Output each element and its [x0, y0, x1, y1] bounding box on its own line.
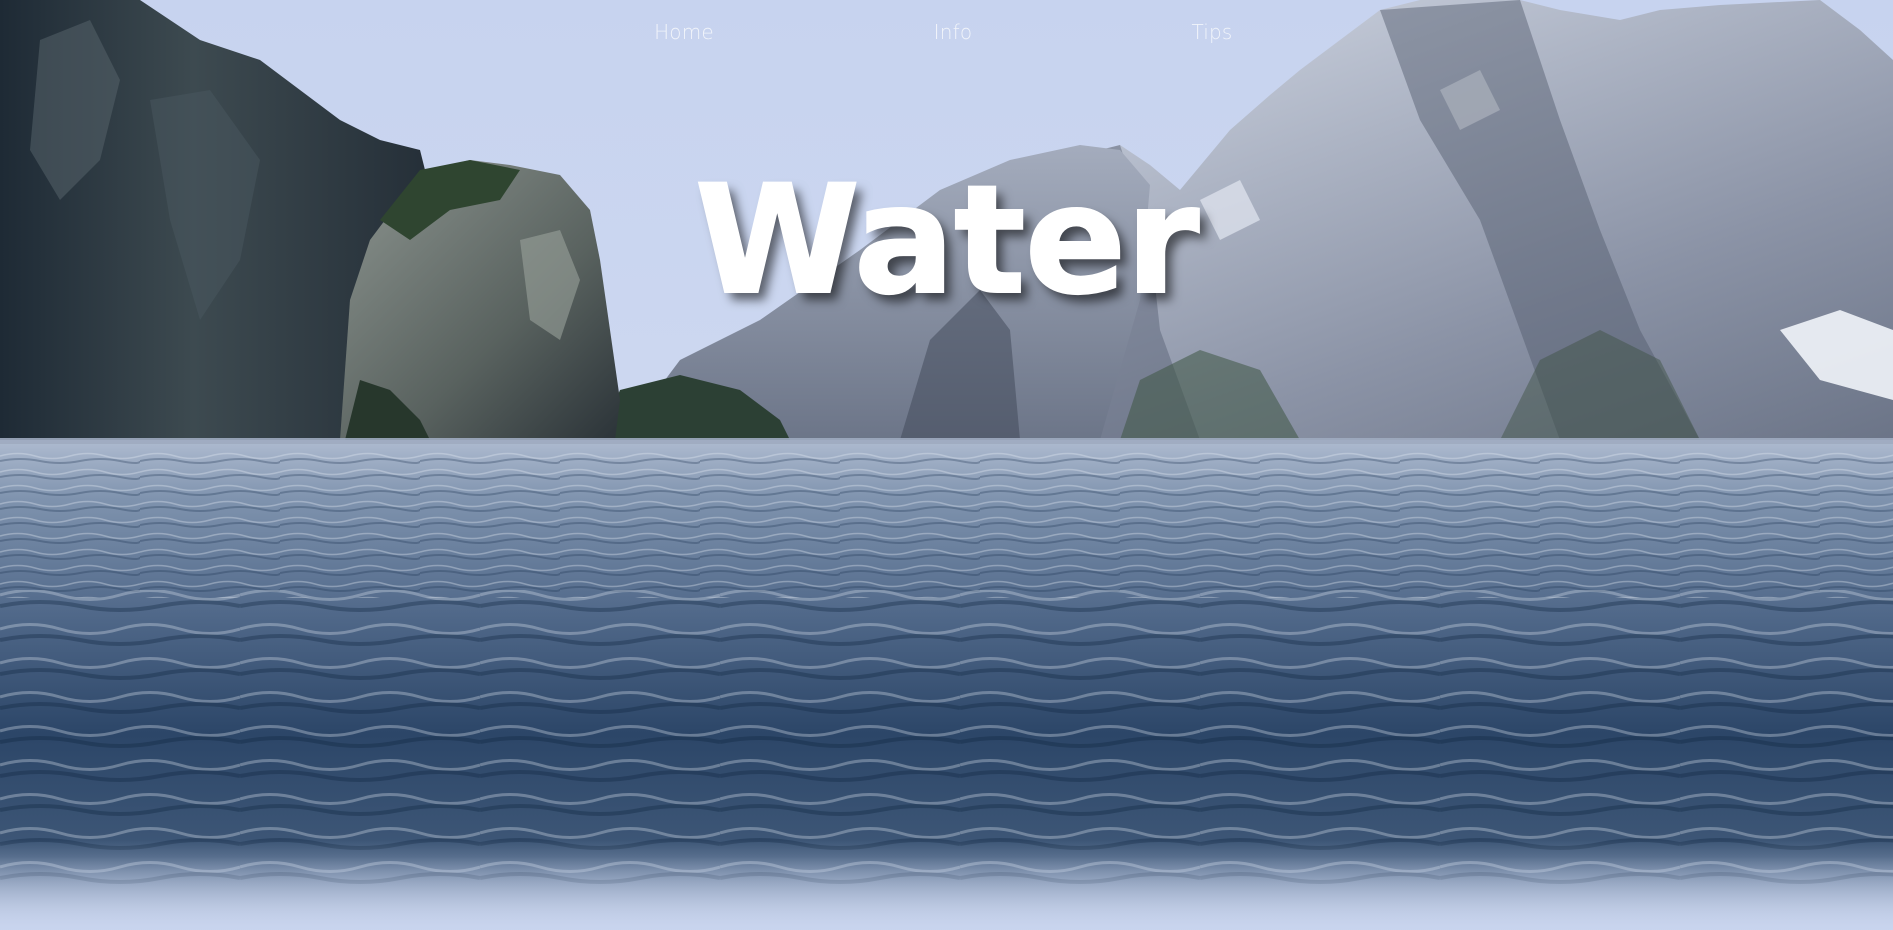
hero-title: Water: [694, 154, 1201, 328]
nav-link-home[interactable]: Home: [654, 20, 714, 44]
top-navigation: Home Info Tips: [0, 0, 1893, 68]
nav-link-tips[interactable]: Tips: [1191, 20, 1232, 44]
landscape-background-image: [0, 0, 1893, 930]
hero-section: Home Info Tips Water: [0, 0, 1893, 930]
nav-link-info[interactable]: Info: [934, 20, 973, 44]
